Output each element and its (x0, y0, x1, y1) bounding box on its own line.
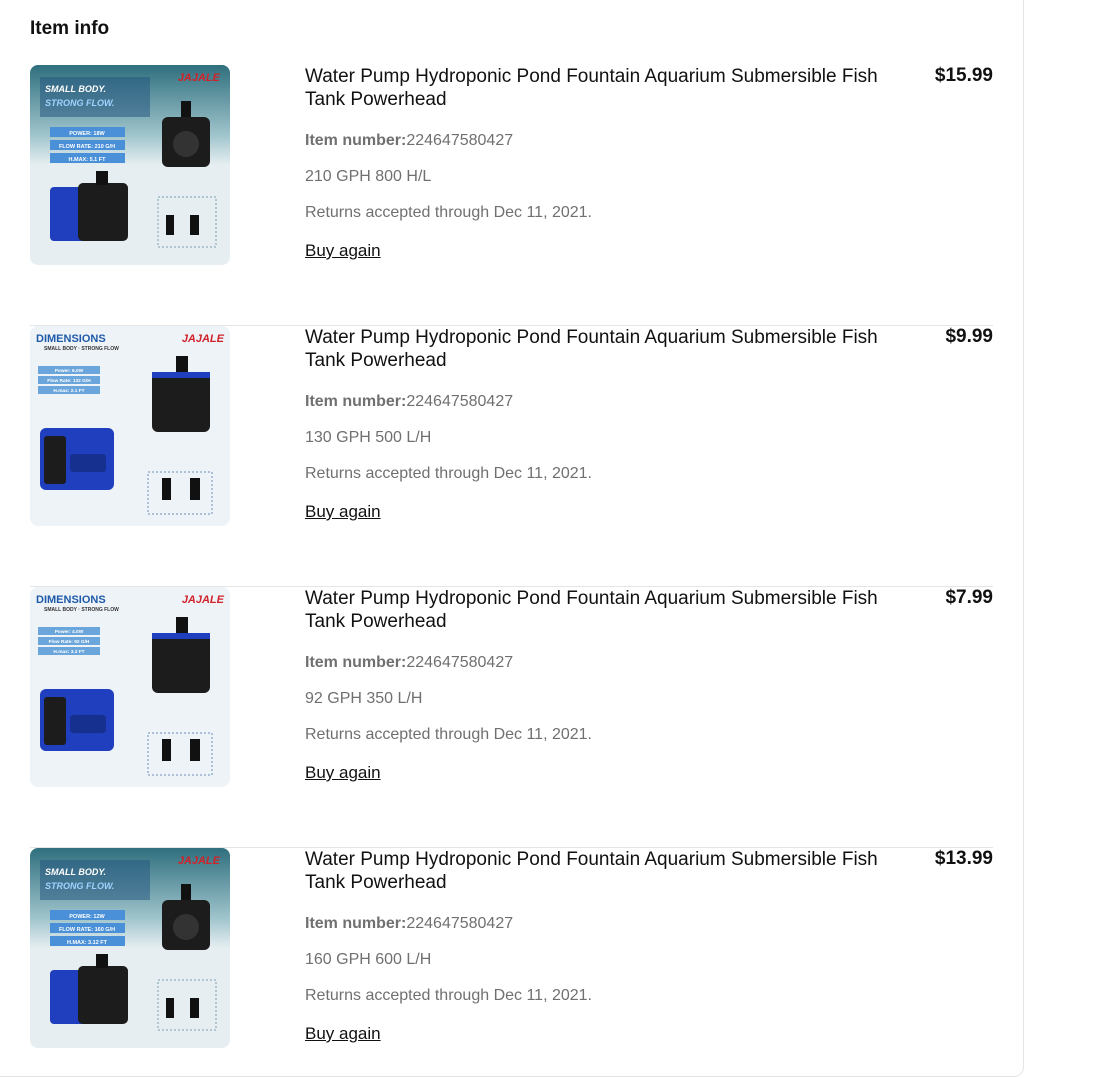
headline-band (40, 77, 150, 117)
item-variant: 160 GPH 600 L/H (305, 951, 432, 968)
fitting (190, 478, 200, 500)
headline-band (40, 860, 150, 900)
list-item: DIMENSIONS SMALL BODY · STRONG FLOW JAJALE… (30, 326, 993, 587)
buy-again-link[interactable]: Buy again (305, 763, 381, 783)
item-number-row: Item number:224647580427 (305, 384, 905, 420)
item-number-row: Item number:224647580427 (305, 645, 905, 681)
image-headline: SMALL BODY. (45, 84, 106, 94)
returns-text: Returns accepted through Dec 11, 2021. (305, 987, 592, 1004)
item-number: 224647580427 (406, 654, 514, 671)
image-headline: SMALL BODY. (45, 867, 106, 877)
pump-body (152, 372, 210, 432)
product-image[interactable]: DIMENSIONS SMALL BODY · STRONG FLOW JAJALE… (30, 587, 230, 787)
spec-text: Power: 6.0W (55, 368, 84, 374)
item-number: 224647580427 (406, 393, 514, 410)
image-subheadline: SMALL BODY · STRONG FLOW (44, 346, 119, 352)
pump-grille (70, 454, 106, 472)
image-headline: DIMENSIONS (36, 594, 106, 606)
list-item: DIMENSIONS SMALL BODY · STRONG FLOW JAJALE… (30, 587, 993, 848)
spec-text: FLOW RATE: 210 G/H (59, 144, 115, 150)
section-title: Item info (30, 18, 110, 39)
pump-outlet (181, 101, 191, 117)
pump-illustration: DIMENSIONSSMALL BODY · STRONG FLOW JAJALE… (30, 587, 230, 787)
item-variant: 92 GPH 350 L/H (305, 690, 423, 707)
item-price: $13.99 (934, 848, 993, 869)
item-number-label: Item number: (305, 393, 407, 410)
fitting (162, 478, 171, 500)
item-title[interactable]: Water Pump Hydroponic Pond Fountain Aqua… (305, 326, 905, 372)
buy-again-link[interactable]: Buy again (305, 1024, 381, 1044)
item-number-label: Item number: (305, 915, 407, 932)
pump-illustration: SMALL BODY. STRONG FLOW. JAJALE POWER: 12W F… (30, 848, 230, 1048)
spec-text: FLOW RATE: 160 G/H (59, 927, 115, 933)
spec-text: H.max: 2.1 FT (53, 388, 84, 394)
buy-again-link[interactable]: Buy again (305, 502, 381, 522)
product-image[interactable]: SMALL BODY. STRONG FLOW. JAJALE POWER: 12W F… (30, 848, 230, 1048)
pump-housing (44, 697, 66, 745)
fitting (166, 998, 174, 1018)
spec-text: Flow Rate: 132 G/H (47, 378, 91, 384)
pump-inlet (173, 131, 199, 157)
item-number-label: Item number: (305, 654, 407, 671)
item-price: $15.99 (934, 65, 993, 86)
pump-housing (78, 966, 128, 1024)
brand-logo: JAJALE (182, 333, 225, 345)
spec-text: H.MAX: 5.1 FT (69, 157, 107, 163)
returns-text: Returns accepted through Dec 11, 2021. (305, 204, 592, 221)
spec-text: Flow Rate: 92 G/H (49, 639, 90, 645)
pump-outlet (96, 954, 108, 968)
item-number-row: Item number:224647580427 (305, 906, 905, 942)
pump-trim (152, 372, 210, 378)
item-variant: 130 GPH 500 L/H (305, 429, 432, 446)
item-price: $9.99 (945, 326, 993, 347)
item-number: 224647580427 (406, 915, 514, 932)
item-number-label: Item number: (305, 132, 407, 149)
pump-illustration: DIMENSIONSSMALL BODY · STRONG FLOW JAJALE… (30, 326, 230, 526)
buy-again-link[interactable]: Buy again (305, 241, 381, 261)
fitting (190, 739, 200, 761)
spec-text: H.MAX: 3.12 FT (67, 940, 108, 946)
pump-housing (44, 436, 66, 484)
fitting (162, 739, 171, 761)
fitting (190, 998, 199, 1018)
pump-outlet (181, 884, 191, 900)
image-subheadline: SMALL BODY · STRONG FLOW (44, 607, 119, 613)
pump-housing (78, 183, 128, 241)
returns-text: Returns accepted through Dec 11, 2021. (305, 726, 592, 743)
pump-grille (70, 715, 106, 733)
pump-illustration: SMALL BODY. STRONG FLOW. JAJALE POWER: 18W F… (30, 65, 230, 265)
image-headline-accent: STRONG FLOW. (45, 98, 114, 108)
pump-outlet (176, 617, 188, 633)
item-variant: 210 GPH 800 H/L (305, 168, 432, 185)
item-title[interactable]: Water Pump Hydroponic Pond Fountain Aqua… (305, 65, 905, 111)
pump-outlet (176, 356, 188, 372)
pump-outlet (96, 171, 108, 185)
image-headline-accent: STRONG FLOW. (45, 881, 114, 891)
returns-text: Returns accepted through Dec 11, 2021. (305, 465, 592, 482)
pump-body (152, 633, 210, 693)
product-image[interactable]: DIMENSIONS SMALL BODY · STRONG FLOW JAJALE… (30, 326, 230, 526)
product-image[interactable]: SMALL BODY. STRONG FLOW. JAJALE POWER: 18W F… (30, 65, 230, 265)
item-number: 224647580427 (406, 132, 514, 149)
item-price: $7.99 (945, 587, 993, 608)
spec-text: POWER: 12W (69, 914, 105, 920)
image-headline: DIMENSIONS (36, 333, 106, 345)
spec-text: Power: 4.0W (55, 629, 84, 635)
brand-logo: JAJALE (178, 855, 221, 867)
item-list: SMALL BODY. STRONG FLOW. JAJALE POWER: 18W F… (30, 65, 993, 1078)
item-title[interactable]: Water Pump Hydroponic Pond Fountain Aqua… (305, 587, 905, 633)
item-title[interactable]: Water Pump Hydroponic Pond Fountain Aqua… (305, 848, 905, 894)
pump-inlet (173, 914, 199, 940)
brand-logo: JAJALE (178, 72, 221, 84)
list-item: SMALL BODY. STRONG FLOW. JAJALE POWER: 12W F… (30, 848, 993, 1078)
brand-logo: JAJALE (182, 594, 225, 606)
fitting (190, 215, 199, 235)
item-number-row: Item number:224647580427 (305, 123, 905, 159)
fitting (166, 215, 174, 235)
list-item: SMALL BODY. STRONG FLOW. JAJALE POWER: 18W F… (30, 65, 993, 326)
spec-text: POWER: 18W (69, 131, 105, 137)
spec-text: H.max: 3.3 FT (53, 649, 84, 655)
pump-trim (152, 633, 210, 639)
